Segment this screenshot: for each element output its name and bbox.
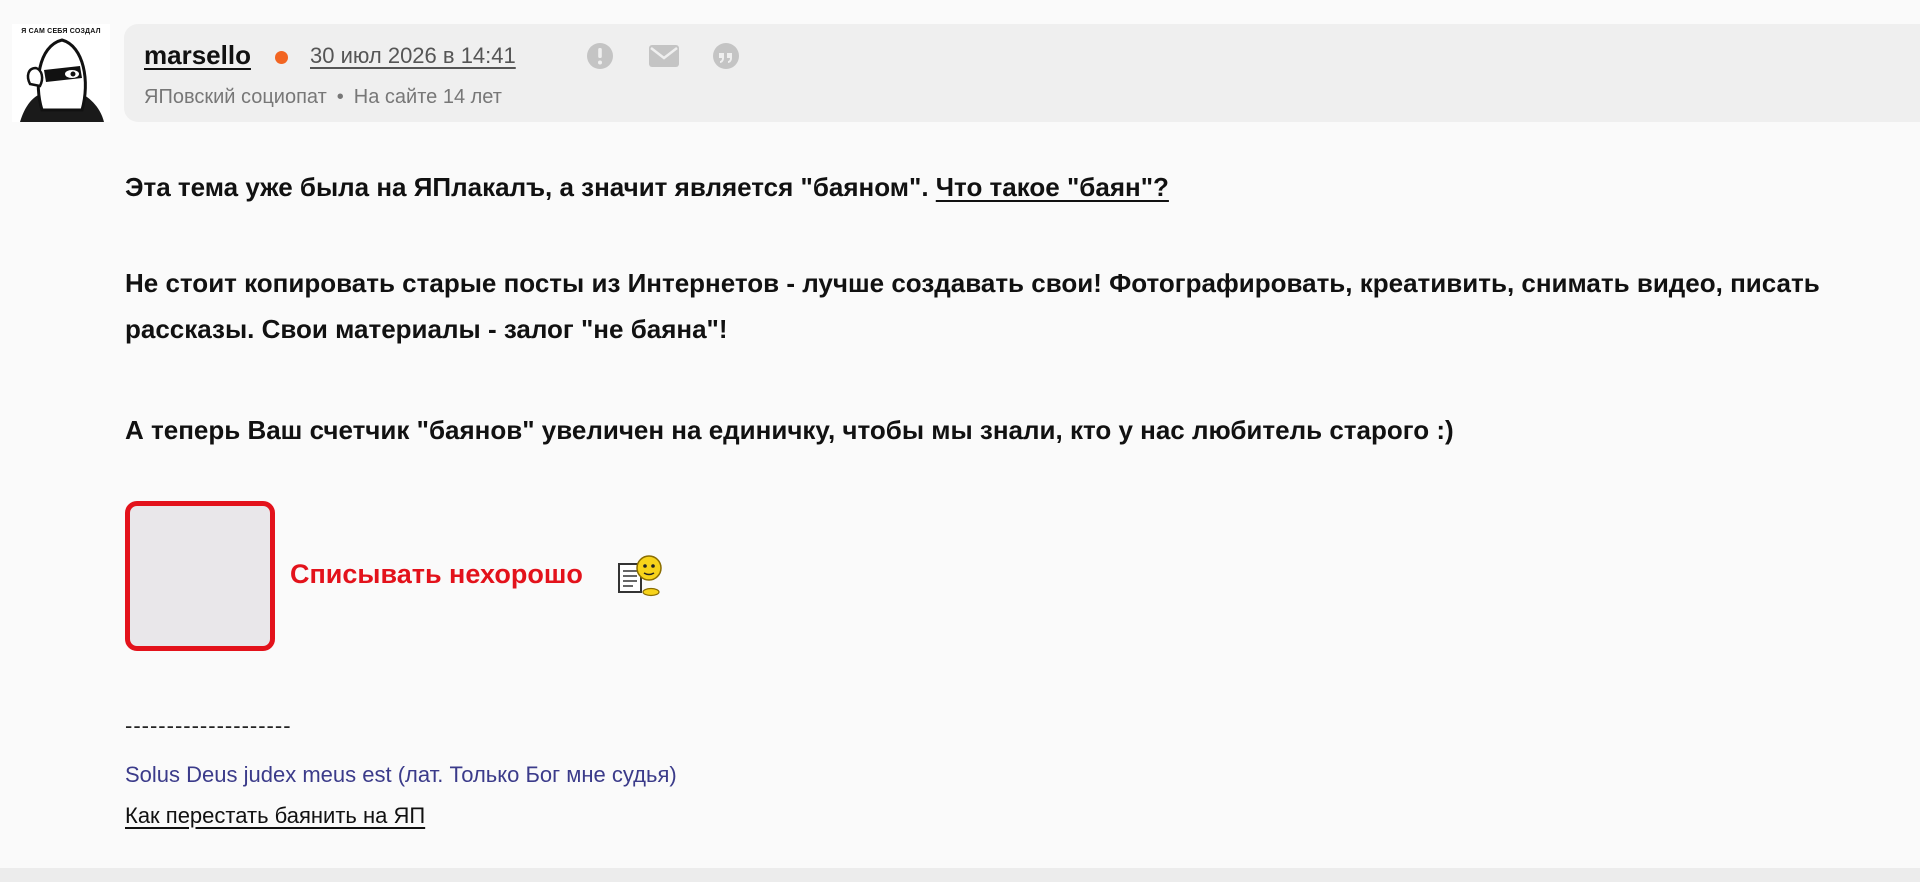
paragraph-advice: Не стоит копировать старые посты из Инте… xyxy=(125,268,1820,344)
separator: • xyxy=(336,86,344,108)
masked-figure-icon xyxy=(20,38,104,122)
username-link[interactable]: marsello xyxy=(144,40,251,71)
paragraph-text: Эта тема уже была на ЯПлакалъ, а значит … xyxy=(125,172,936,202)
post-date-link[interactable]: 30 июл 2026 в 14:41 xyxy=(310,43,516,69)
signature-divider: -------------------- xyxy=(125,713,292,738)
mail-icon[interactable] xyxy=(648,41,680,71)
post-footer-divider xyxy=(0,868,1920,882)
signature-quote: Solus Deus judex meus est (лат. Только Б… xyxy=(125,762,677,787)
quote-icon[interactable] xyxy=(710,41,742,71)
notice-text: Списывать нехорошо xyxy=(290,559,583,589)
post-header: marsello 30 июл 2026 в 14:41 ЯПовский со… xyxy=(124,24,1920,122)
notice-image xyxy=(125,501,275,651)
forum-post: Я САМ СЕБЯ СОЗДАЛ marsello 30 июл 2026 в… xyxy=(0,0,1920,882)
paragraph-repost-notice: Эта тема уже была на ЯПлакалъ, а значит … xyxy=(125,164,1169,210)
avatar[interactable]: Я САМ СЕБЯ СОЗДАЛ xyxy=(12,24,110,122)
what-is-bayan-link[interactable]: Что такое "баян"? xyxy=(936,172,1169,202)
user-info: ЯПовский социопат • На сайте 14 лет xyxy=(144,86,502,109)
paragraph-counter: А теперь Ваш счетчик "баянов" увеличен н… xyxy=(125,415,1454,445)
copying-smiley-icon xyxy=(618,555,662,597)
warning-icon[interactable] xyxy=(584,41,616,71)
signature-link[interactable]: Как перестать баянить на ЯП xyxy=(125,803,425,829)
site-age: На сайте 14 лет xyxy=(353,86,502,108)
online-status-icon xyxy=(275,51,288,64)
avatar-caption: Я САМ СЕБЯ СОЗДАЛ xyxy=(21,28,101,35)
user-rank: ЯПовский социопат xyxy=(144,86,327,108)
